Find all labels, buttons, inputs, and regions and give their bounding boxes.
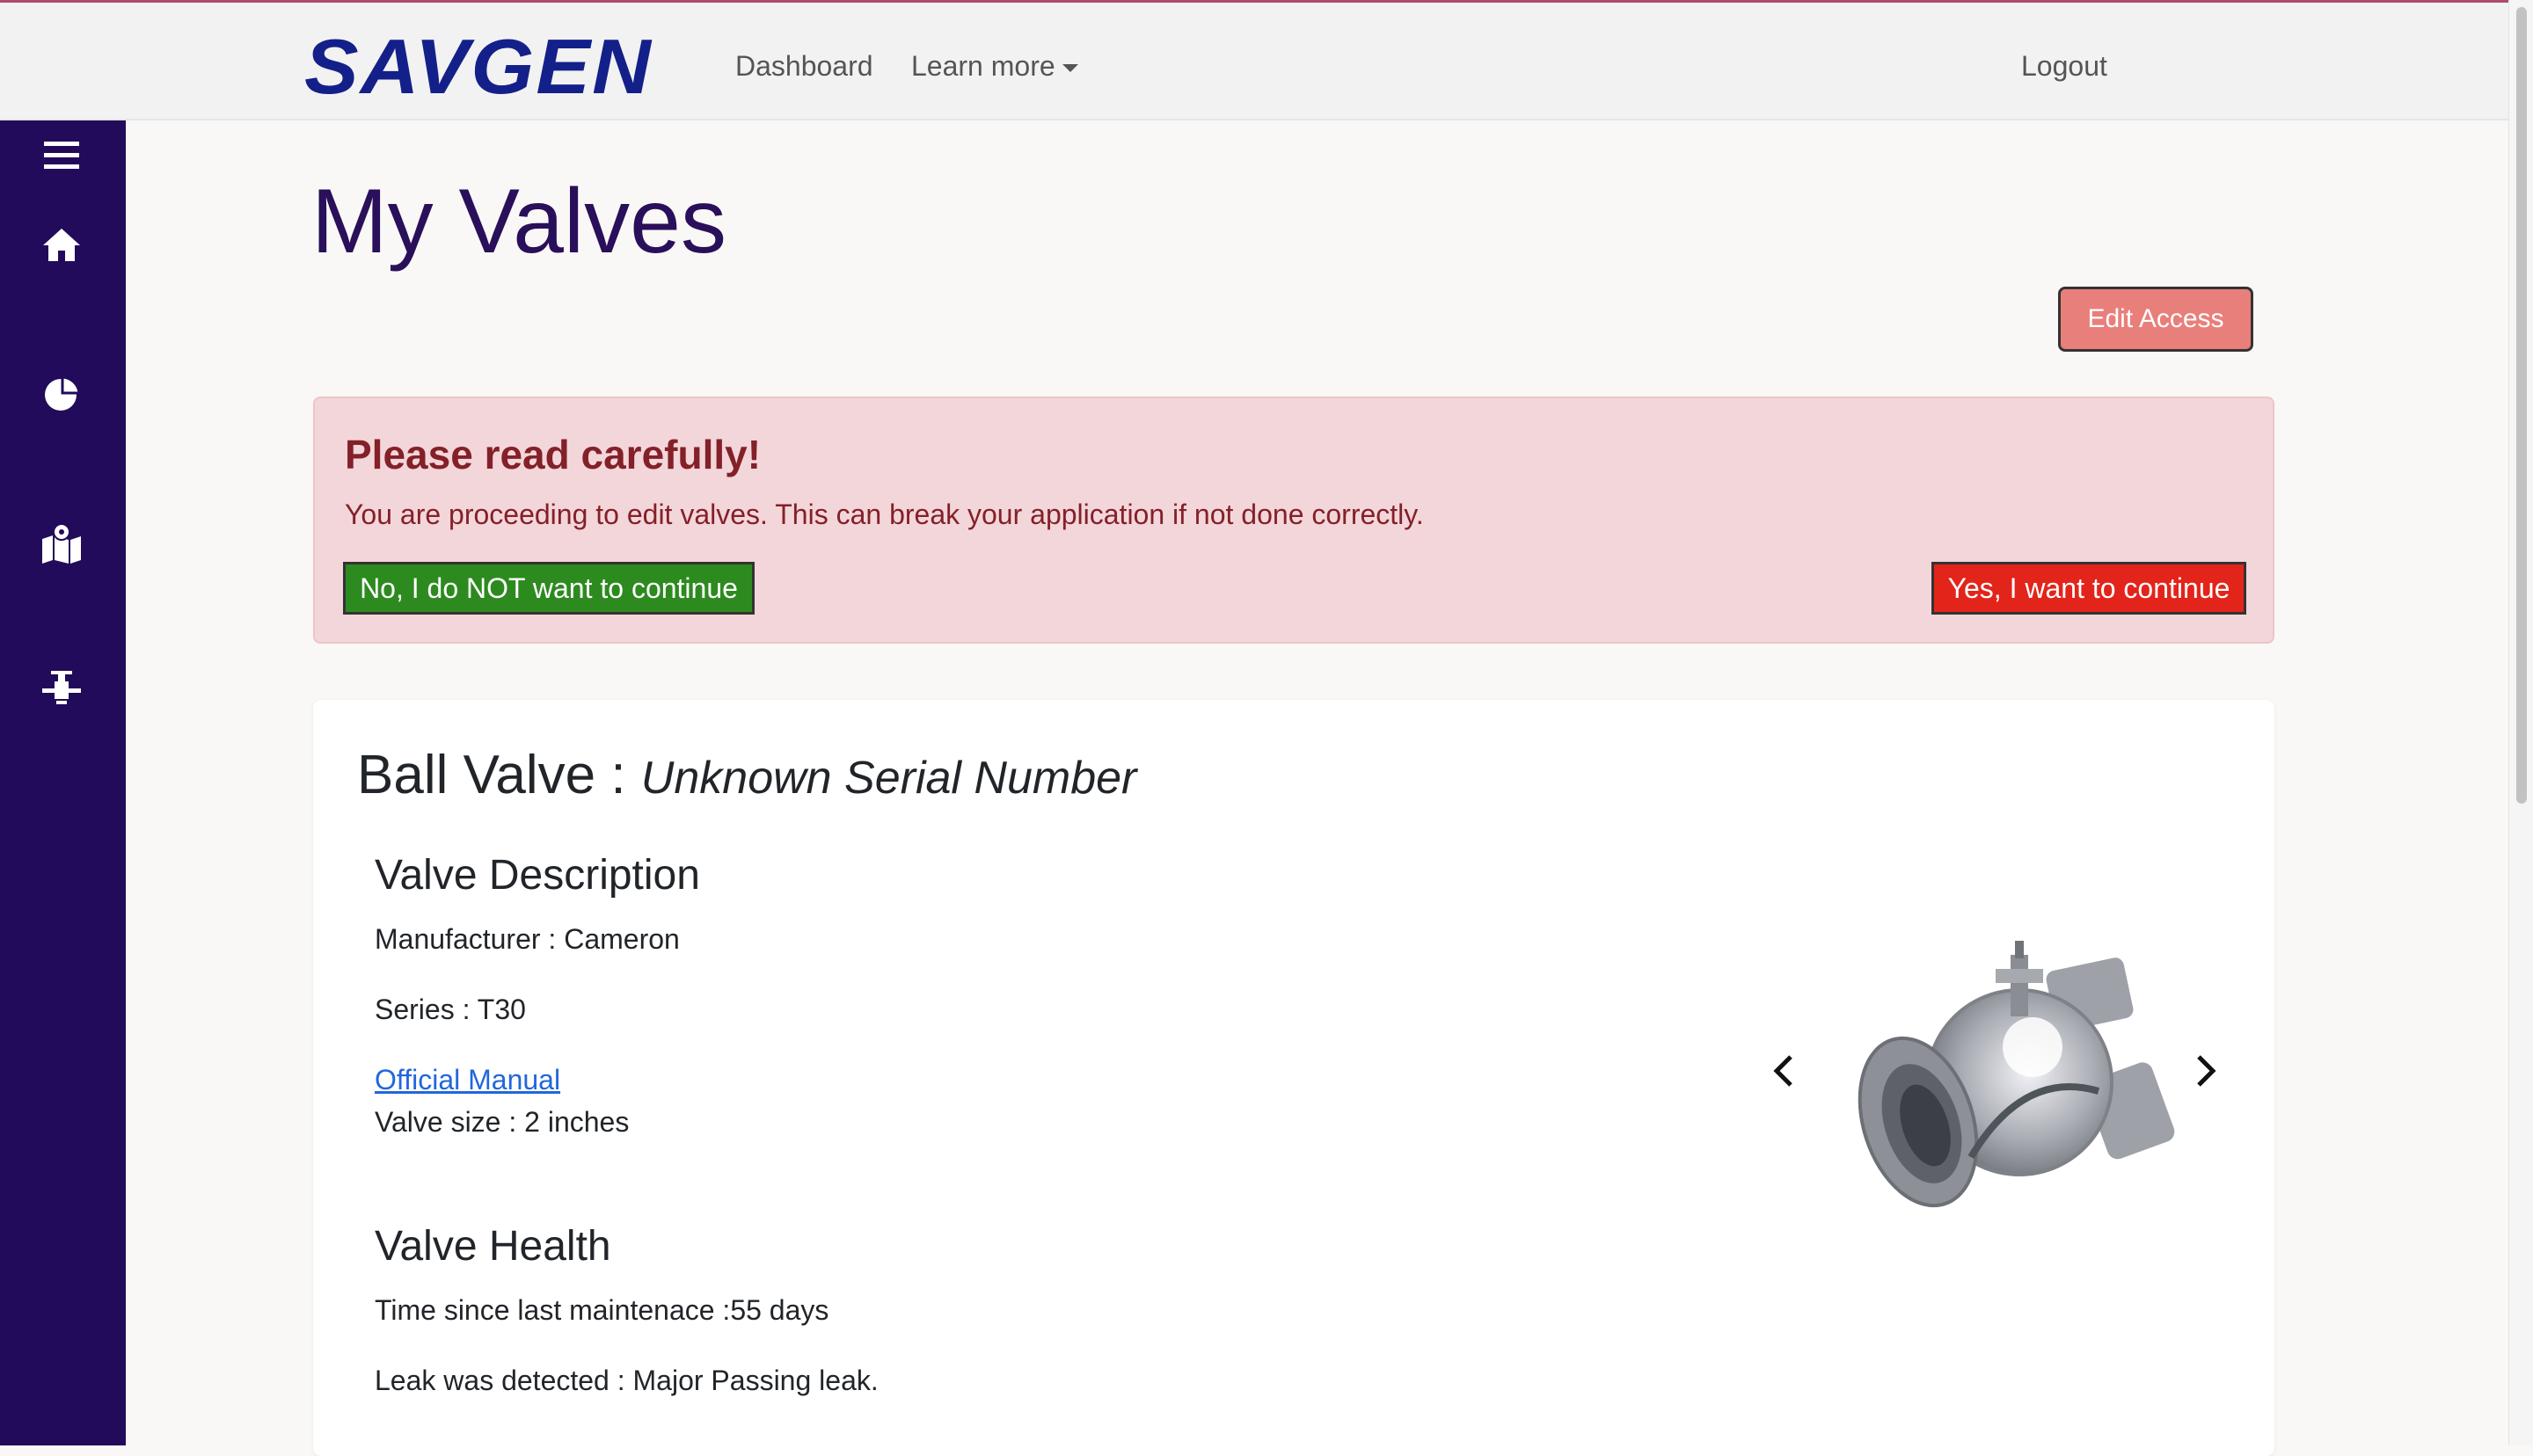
sidebar	[0, 120, 126, 1445]
valve-serial: Unknown Serial Number	[640, 753, 1137, 804]
top-navbar: SAVGEN Dashboard Learn more Logout	[0, 3, 2508, 120]
confirm-edit-button[interactable]: Yes, I want to continue	[1931, 562, 2246, 615]
valve-description-heading: Valve Description	[375, 852, 700, 899]
logout-link[interactable]: Logout	[2021, 48, 2107, 84]
pipeline-valve-icon[interactable]	[35, 662, 88, 715]
nav-dashboard-link[interactable]: Dashboard	[735, 48, 873, 84]
scrollbar-thumb[interactable]	[2516, 7, 2527, 804]
map-location-icon[interactable]	[35, 516, 88, 569]
nav-learn-more-label: Learn more	[911, 50, 1055, 82]
caret-down-icon	[1062, 64, 1078, 73]
home-icon[interactable]	[35, 219, 88, 272]
alert-message: You are proceeding to edit valves. This …	[345, 499, 1424, 530]
valve-health-heading: Valve Health	[375, 1223, 611, 1270]
leak-status-text: Leak was detected : Major Passing leak.	[375, 1365, 879, 1396]
series-text: Series : T30	[375, 994, 526, 1025]
carousel-prev-icon[interactable]	[1764, 1045, 1803, 1097]
edit-access-button[interactable]: Edit Access	[2058, 287, 2253, 352]
official-manual-link[interactable]: Official Manual	[375, 1062, 560, 1097]
valve-image	[1835, 928, 2186, 1227]
warning-alert: Please read carefully! You are proceedin…	[313, 397, 2274, 644]
valve-card: Ball Valve : Unknown Serial Number Valve…	[313, 700, 2274, 1456]
carousel-next-icon[interactable]	[2186, 1045, 2225, 1097]
brand-logo[interactable]: SAVGEN	[304, 27, 653, 106]
chart-pie-icon[interactable]	[35, 367, 88, 419]
alert-heading: Please read carefully!	[345, 432, 762, 477]
maintenance-time-text: Time since last maintenace :55 days	[375, 1294, 829, 1326]
valve-type: Ball Valve :	[357, 745, 626, 805]
valve-title: Ball Valve : Unknown Serial Number	[357, 742, 1136, 812]
page-title: My Valves	[311, 171, 726, 273]
valve-size-text: Valve size : 2 inches	[375, 1106, 630, 1138]
menu-icon[interactable]	[35, 129, 88, 182]
page-scrollbar[interactable]	[2508, 0, 2533, 1445]
manufacturer-text: Manufacturer : Cameron	[375, 923, 680, 955]
nav-learn-more-dropdown[interactable]: Learn more	[911, 48, 1078, 84]
cancel-edit-button[interactable]: No, I do NOT want to continue	[343, 562, 755, 615]
